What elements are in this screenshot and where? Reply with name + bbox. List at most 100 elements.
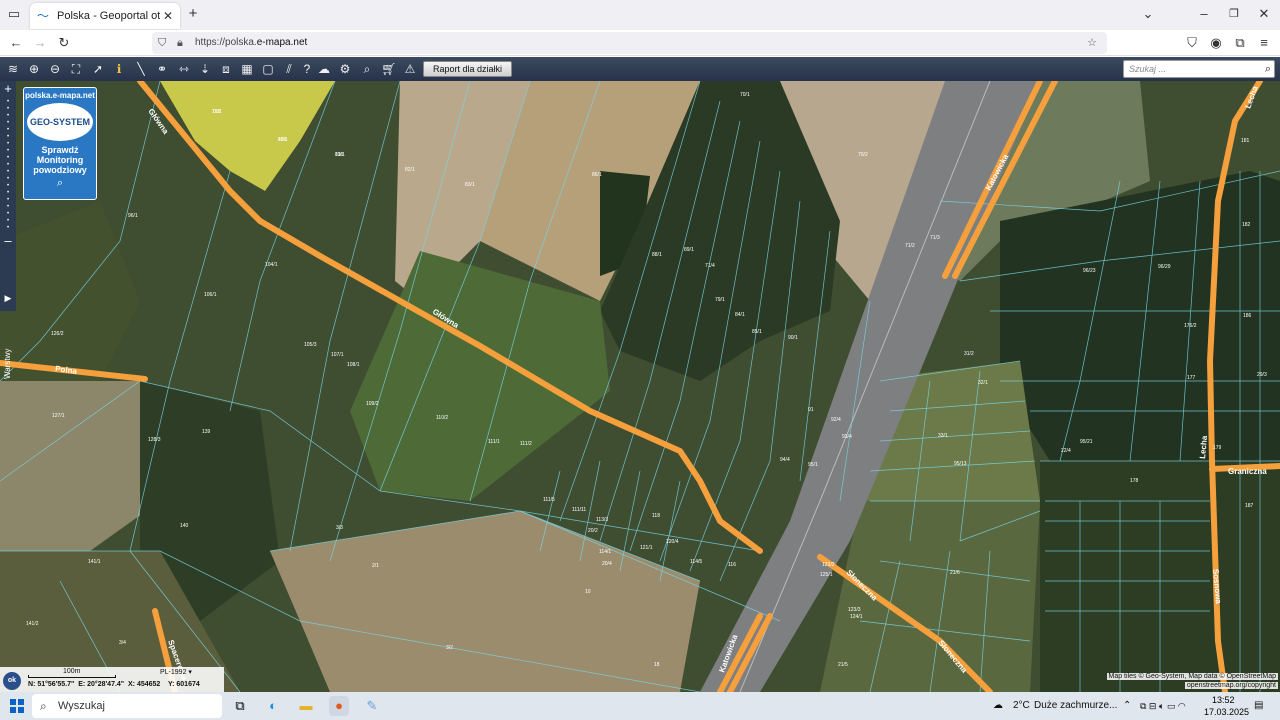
scale-label: 100m (63, 668, 81, 675)
zoom-plus-icon[interactable]: + (0, 82, 16, 95)
taskbar-search-label: Wyszukaj (58, 700, 105, 712)
parcel-number-label: 10 (585, 589, 591, 595)
zoom-in-icon[interactable]: ⊕ (25, 60, 43, 78)
settings-icon[interactable]: ⚙ (336, 60, 354, 78)
notifications-icon[interactable]: ▤ (1254, 692, 1263, 720)
parcel-number-label: 29/3 (1257, 372, 1267, 378)
help-icon[interactable]: ? (298, 60, 316, 78)
browser-tab[interactable]: 〜 Polska - Geoportal otwartych d… ✕ (30, 3, 180, 29)
extensions-icon[interactable]: ⧉ (1228, 33, 1252, 53)
road-label-graniczna: Graniczna (1228, 467, 1267, 476)
parcel-number-label: 141/1 (88, 559, 101, 565)
close-window-button[interactable]: ✕ (1252, 4, 1276, 24)
parcel-number-label: 21/6 (950, 570, 960, 576)
map-attribution-link[interactable]: openstreetmap.org/copyright (1184, 682, 1278, 689)
parcel-number-label: 70/2 (858, 152, 868, 158)
parcel-number-label: 108/1 (347, 362, 360, 368)
zoom-out-icon[interactable]: ⊖ (46, 60, 64, 78)
ok-button[interactable]: ok (3, 672, 21, 690)
select-pointer-icon[interactable]: ➚ (89, 60, 107, 78)
file-explorer-icon[interactable]: ▬ (296, 696, 316, 716)
parcel-number-label: 84/1 (735, 312, 745, 318)
clock-time: 13:52 (1212, 695, 1235, 705)
parcel-number-label: 96/29 (1158, 264, 1171, 270)
minimize-window-button[interactable]: – (1192, 4, 1216, 24)
hatching-icon[interactable]: ⫽ (280, 60, 298, 78)
pocket-icon[interactable]: ⛉ (1180, 33, 1204, 53)
measure-line-icon[interactable]: ╲ (132, 60, 150, 78)
url-domain: e-mapa.net (256, 37, 308, 48)
parcel-number-label: 85/1 (752, 329, 762, 335)
firefox-icon[interactable]: ● (329, 696, 349, 716)
print-icon[interactable]: ▦ (238, 60, 256, 78)
raport-button[interactable]: Raport dla działki (423, 61, 512, 77)
crs-select[interactable]: PL-1992 ▾ (160, 668, 192, 676)
parcel-number-label: 3/4 (119, 640, 126, 646)
restore-window-button[interactable]: ❐ (1222, 4, 1246, 24)
full-extent-icon[interactable]: ⛶ (67, 60, 85, 78)
print-area-icon[interactable]: ⧈ (217, 60, 235, 78)
tray-icons[interactable]: ⧉ ⊟ 🔈︎ ▭ ◠ (1140, 692, 1186, 720)
parcel-number-label: 110/2 (436, 415, 448, 421)
search-icon: ⌕ (40, 699, 47, 713)
address-bar[interactable]: ⛉ 🔒︎ https://polska.e-mapa.net ☆ (152, 32, 1107, 54)
parcel-number-label: 89/1 (684, 247, 694, 253)
zoom-minus-icon[interactable]: – (0, 234, 16, 247)
parcel-number-label: 95/13 (954, 461, 967, 467)
taskbar-search[interactable]: ⌕ Wyszukaj (32, 694, 222, 718)
layers-tab[interactable]: Warstwy (1, 339, 15, 389)
edge-icon[interactable]: ◐ (263, 696, 283, 716)
parcel-number-label: 177 (1187, 375, 1196, 381)
search-parcel-icon[interactable]: ⌕ (358, 60, 376, 78)
parcel-number-label: 113/3 (596, 517, 608, 523)
parcel-number-label: 95/1 (808, 462, 818, 468)
tray-chevron-icon[interactable]: ⌃ (1123, 692, 1131, 720)
geo-system-logo[interactable]: polska.e-mapa.net GEO-SYSTEM Sprawdź Moni… (23, 87, 97, 200)
account-icon[interactable]: ◉ (1204, 33, 1228, 53)
tab-overflow-chevron-icon[interactable]: ⌄ (1136, 4, 1160, 24)
pin-icon[interactable]: ⇣ (196, 60, 214, 78)
tab-list-icon[interactable]: ▭ (2, 4, 26, 24)
parcel-number-label: 114/1 (599, 549, 611, 555)
warning-icon[interactable]: ⚠ (401, 60, 419, 78)
paint-app-icon[interactable]: ✎ (362, 696, 382, 716)
expand-arrow-icon[interactable]: ▶ (0, 293, 16, 304)
link-icon[interactable]: ⚭ (153, 60, 171, 78)
search-icon[interactable]: ⌕ (1265, 61, 1271, 77)
menu-icon[interactable]: ≡ (1252, 33, 1276, 53)
parcel-number-label: 71/3 (930, 235, 940, 241)
task-view-icon[interactable]: ⧉ (230, 696, 250, 716)
close-tab-icon[interactable]: ✕ (160, 9, 176, 23)
parcel-number-label: 105/3 (304, 342, 317, 348)
reload-icon[interactable]: ↻ (52, 33, 76, 53)
zoom-track[interactable]: • • • • • • • • • • • • • • • • • • • (0, 99, 16, 232)
measure-area-icon[interactable]: ⇿ (175, 60, 193, 78)
forward-icon[interactable]: → (28, 33, 52, 53)
cloud-icon[interactable]: ☁ (315, 60, 333, 78)
parcel-number-label: 114/5 (690, 559, 702, 565)
globe-logo: GEO-SYSTEM (27, 103, 93, 141)
info-icon[interactable]: ℹ (110, 60, 128, 78)
lock-icon: 🔒︎ (177, 37, 183, 49)
parcel-number-label: 123/3 (848, 607, 861, 613)
cart-icon[interactable]: 🛒︎ (380, 60, 398, 78)
comment-icon[interactable]: ▢ (259, 60, 277, 78)
parcel-number-label: 21/5 (838, 662, 848, 668)
forest-area (1000, 171, 1280, 461)
parcel-number-label: 181 (1241, 138, 1250, 144)
coordinates-panel: ok 100m PL-1992 ▾ N: 51°56'55.7" E: 20°2… (0, 667, 224, 692)
parcel-number-label: 88/1 (652, 252, 662, 258)
back-icon[interactable]: ← (4, 33, 28, 53)
zoom-slider[interactable]: + • • • • • • • • • • • • • • • • • • • – Warstwy ▶ (0, 81, 16, 379)
new-tab-button[interactable]: + (181, 4, 205, 24)
logo-site: polska.e-mapa.net (25, 91, 95, 100)
map-canvas[interactable]: Główna Główna Polna Katowicka Słoneczna … (0, 81, 1280, 692)
weather-icon[interactable]: ☁ (993, 692, 1003, 720)
windows-taskbar: ⌕ Wyszukaj ⧉ ◐ ▬ ● ✎ ☁ 2°C Duże zachmurz… (0, 692, 1280, 720)
parcel-number-label: 71/4 (705, 263, 715, 269)
bookmark-star-icon[interactable]: ☆ (1087, 32, 1097, 54)
windows-start-icon[interactable] (10, 699, 24, 713)
layers-icon[interactable]: ≋ (4, 60, 22, 78)
parcel-number-label: 2/1 (372, 563, 379, 569)
search-input[interactable]: Szukaj ... ⌕ (1123, 60, 1275, 78)
